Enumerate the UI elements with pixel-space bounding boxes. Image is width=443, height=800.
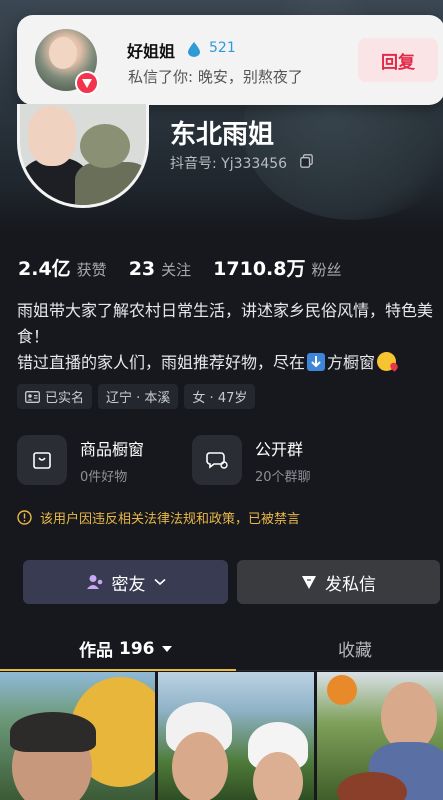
tab-works-count: 196	[119, 638, 155, 659]
send-message-button[interactable]: 发私信	[237, 560, 440, 604]
bio-line-2: 错过直播的家人们，雨姐推荐好物，尽在 方橱窗	[17, 350, 442, 376]
public-group-title: 公开群	[255, 439, 304, 459]
chat-icon	[192, 435, 242, 485]
copy-icon[interactable]	[300, 154, 313, 168]
send-message-label: 发私信	[325, 574, 376, 595]
tab-divider	[236, 670, 443, 671]
tag-verified: 已实名	[17, 384, 93, 409]
followers-label[interactable]: 粉丝	[311, 259, 341, 280]
product-showcase-title: 商品橱窗	[80, 439, 145, 459]
sender-name: 好姐姐	[127, 42, 176, 61]
tag-location: 辽宁 · 本溪	[98, 384, 179, 409]
chevron-down-icon	[153, 578, 166, 586]
fan-drop-icon	[188, 42, 200, 57]
public-group-count: 20个群聊	[255, 469, 311, 485]
friend-person-icon	[86, 575, 102, 589]
tab-works[interactable]: 作品 196	[79, 636, 173, 661]
caret-down-icon	[161, 645, 172, 652]
message-preview: 私信了你: 晚安，别熬夜了	[128, 68, 303, 86]
profile-stats: 2.4亿 获赞 23 关注 1710.8万 粉丝	[18, 254, 364, 281]
video-thumbnail[interactable]	[158, 672, 314, 800]
profile-name: 东北雨姐	[170, 120, 275, 150]
product-showcase-count: 0件好物	[80, 469, 128, 485]
following-label[interactable]: 关注	[161, 259, 191, 280]
product-showcase-entry[interactable]: 商品橱窗 0件好物	[17, 434, 144, 486]
warning-icon	[17, 510, 32, 525]
id-card-icon	[25, 390, 40, 403]
profile-avatar[interactable]	[17, 104, 149, 208]
likes-label: 获赞	[76, 261, 107, 279]
active-tab-indicator	[0, 669, 236, 671]
down-arrow-icon	[307, 353, 326, 371]
profile-bio: 雨姐带大家了解农村日常生活，讲述家乡民俗风情，特色美食！ 错过直播的家人们，雨姐…	[17, 298, 442, 376]
message-notification-banner[interactable]: 好姐姐 521 私信了你: 晚安，别熬夜了 回复	[17, 15, 443, 105]
video-thumbnail[interactable]	[317, 672, 443, 800]
profile-tags: 已实名 辽宁 · 本溪 女 · 47岁	[17, 384, 256, 409]
followers-count[interactable]: 1710.8万	[213, 254, 305, 281]
video-thumbnail[interactable]	[0, 672, 155, 800]
following-count[interactable]: 23	[129, 258, 155, 280]
tab-works-label: 作品	[79, 641, 113, 661]
content-tabs: 作品 196 收藏	[0, 628, 443, 671]
bio-line-2-suffix: 方橱窗	[327, 353, 376, 372]
blowing-kiss-emoji-icon	[377, 352, 400, 372]
send-icon	[302, 576, 316, 589]
bio-line-1: 雨姐带大家了解农村日常生活，讲述家乡民俗风情，特色美食！	[17, 301, 434, 346]
ban-warning: 该用户因违反相关法律法规和政策，已被禁言	[17, 508, 300, 527]
likes-count: 2.4亿	[18, 258, 71, 280]
fan-level-number: 521	[209, 40, 236, 56]
reply-button[interactable]: 回复	[358, 38, 438, 82]
public-group-entry[interactable]: 公开群 20个群聊	[192, 434, 311, 486]
douyin-id: 抖音号: Yj333456	[170, 156, 288, 172]
douyin-send-icon	[75, 71, 99, 95]
tag-location-label: 辽宁 · 本溪	[106, 391, 171, 406]
close-friend-button[interactable]: 密友	[23, 560, 228, 604]
bio-line-2-prefix: 错过直播的家人们，雨姐推荐好物，尽在	[17, 353, 306, 372]
tag-verified-label: 已实名	[45, 391, 85, 406]
tab-favorites[interactable]: 收藏	[338, 636, 372, 661]
ban-warning-text: 该用户因违反相关法律法规和政策，已被禁言	[40, 512, 301, 527]
tag-gender-age-label: 女 · 47岁	[192, 391, 248, 406]
close-friend-label: 密友	[111, 574, 146, 595]
tag-gender-age: 女 · 47岁	[184, 384, 256, 409]
bag-icon	[17, 435, 67, 485]
tab-favorites-label: 收藏	[338, 641, 372, 661]
